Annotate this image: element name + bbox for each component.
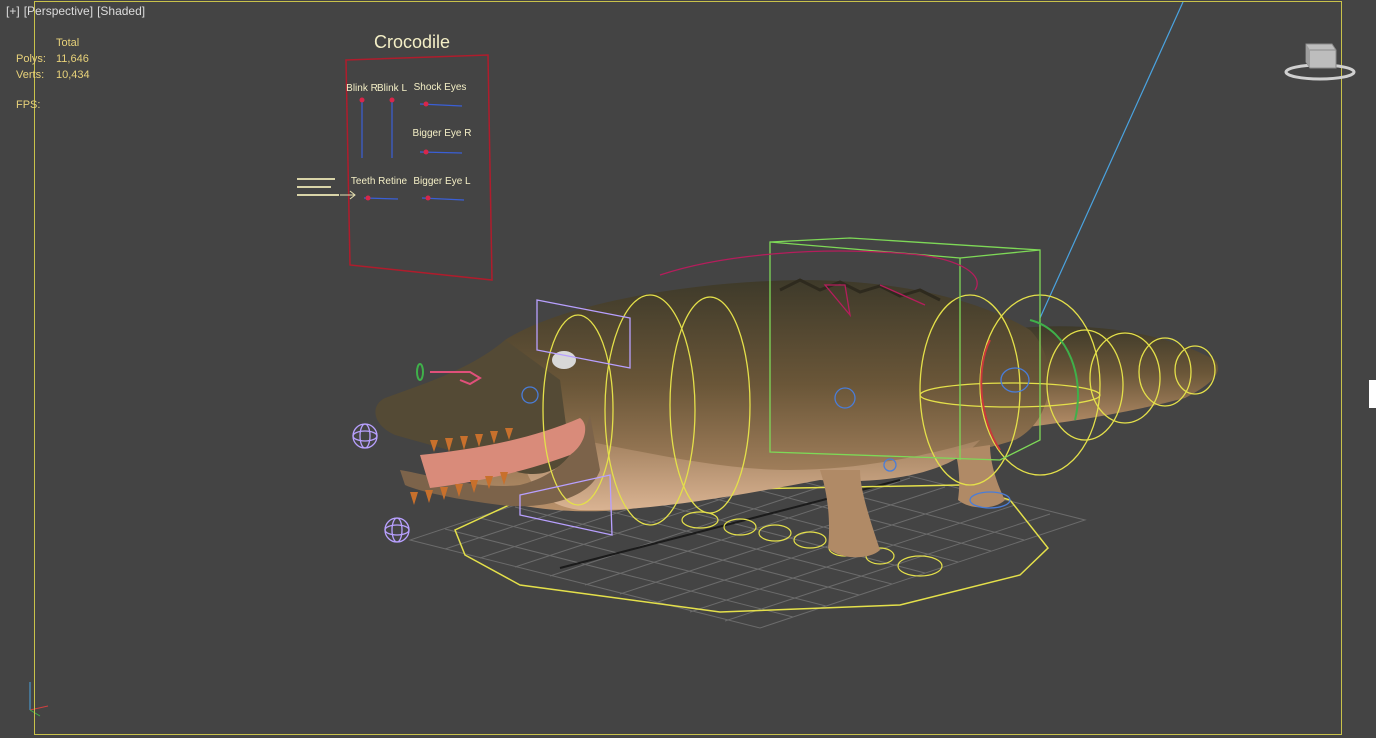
viewport-label-menu[interactable]: [+] [Perspective] [Shaded] — [6, 4, 145, 18]
safe-frame — [34, 1, 1342, 735]
verts-label: Verts: — [16, 69, 45, 81]
verts-value: 10,434 — [56, 69, 90, 81]
viewcube-icon[interactable] — [1284, 38, 1356, 82]
scene-statistics: Total Polys: 11,646 Verts: 10,434 — [16, 35, 90, 83]
viewport-view-menu[interactable]: [Perspective] — [24, 4, 93, 18]
viewport-edge-scroll-handle[interactable] — [1369, 380, 1376, 408]
stats-total-header: Total — [56, 37, 80, 49]
fps-label: FPS: — [16, 99, 41, 111]
polys-label: Polys: — [16, 53, 46, 65]
viewport-plus-menu[interactable]: [+] — [6, 4, 20, 18]
viewport-shading-menu[interactable]: [Shaded] — [97, 4, 145, 18]
3d-viewport[interactable]: Crocodile Blink R Blink L Shock Eyes Big… — [0, 0, 1376, 738]
polys-value: 11,646 — [56, 53, 89, 65]
